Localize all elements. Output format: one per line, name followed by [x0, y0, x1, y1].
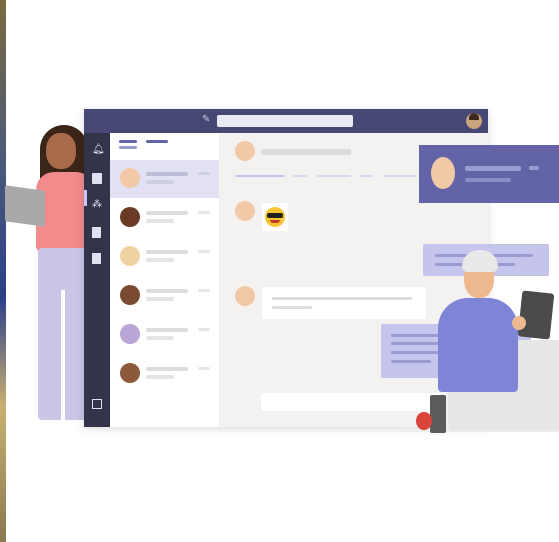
sunglasses-emoji: [262, 203, 288, 231]
list-item[interactable]: [110, 199, 219, 237]
avatar: [120, 168, 140, 188]
tab-extra[interactable]: [383, 175, 417, 177]
files-icon[interactable]: [92, 253, 101, 264]
search-input[interactable]: [217, 115, 353, 127]
list-item[interactable]: [110, 355, 219, 393]
floor-line: [400, 430, 559, 432]
avatar: [235, 141, 255, 161]
tab-chat[interactable]: [235, 175, 285, 177]
background-edge: [0, 0, 6, 542]
apple-icon: [416, 412, 432, 430]
chat-title: [261, 149, 351, 155]
tab-activity[interactable]: [317, 175, 351, 177]
chat-icon[interactable]: [92, 173, 102, 184]
list-item[interactable]: [110, 316, 219, 354]
teams-icon[interactable]: ⁂: [92, 200, 102, 210]
apps-icon[interactable]: [92, 399, 102, 409]
avatar: [431, 157, 455, 189]
message-bubble: [262, 287, 426, 319]
laptop-icon: [5, 185, 45, 227]
app-rail: 🔔︎ ⁂: [84, 133, 110, 427]
avatar: [120, 324, 140, 344]
list-item[interactable]: [110, 277, 219, 315]
compose-icon[interactable]: ✎: [202, 114, 212, 126]
title-bar: ✎: [84, 109, 488, 133]
tablet-icon: [517, 290, 555, 340]
avatar: [120, 363, 140, 383]
cup-icon: [430, 395, 446, 433]
bell-icon[interactable]: 🔔︎: [92, 145, 105, 155]
tab-files[interactable]: [293, 175, 307, 177]
tab-more[interactable]: [359, 175, 373, 177]
avatar: [235, 201, 255, 221]
list-item[interactable]: [110, 238, 219, 276]
list-item[interactable]: [110, 160, 219, 198]
chat-list: [110, 133, 219, 427]
avatar: [120, 285, 140, 305]
avatar: [120, 207, 140, 227]
avatar: [235, 286, 255, 306]
notification-card[interactable]: [419, 145, 559, 203]
avatar[interactable]: [466, 113, 482, 129]
avatar: [120, 246, 140, 266]
compose-box[interactable]: [261, 393, 441, 411]
rail-active-indicator: [84, 190, 87, 206]
calendar-icon[interactable]: [92, 227, 101, 238]
